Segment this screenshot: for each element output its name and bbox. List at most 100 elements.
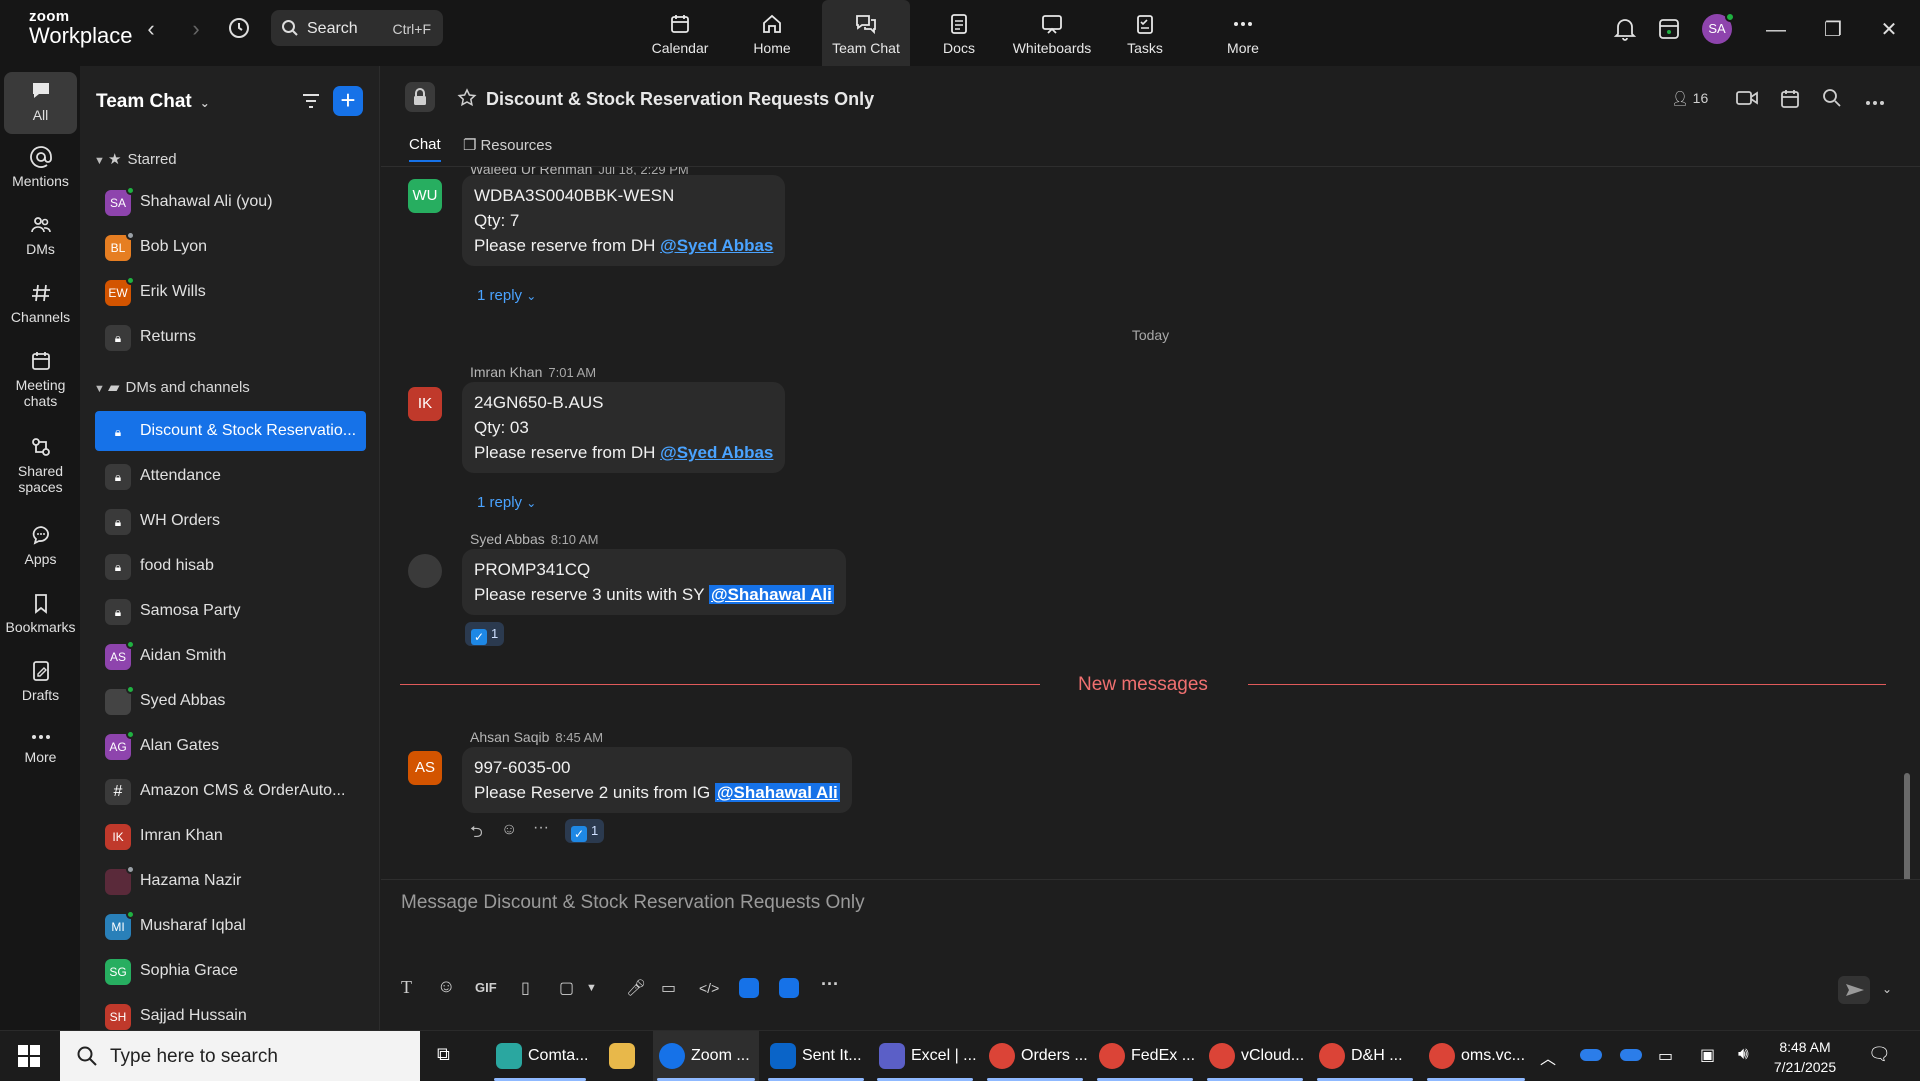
taskbar-app[interactable]: FedEx ... xyxy=(1093,1031,1197,1081)
app-integration-icon[interactable] xyxy=(739,978,759,998)
reply-link[interactable]: 1 reply ⌄ xyxy=(477,287,536,304)
taskbar-app[interactable]: Excel | ... xyxy=(873,1031,977,1081)
filter-icon[interactable] xyxy=(300,90,322,117)
history-icon[interactable] xyxy=(226,15,254,43)
battery-icon[interactable]: ▭ xyxy=(1658,1046,1673,1066)
rail-bookmarks[interactable]: Bookmarks xyxy=(4,592,77,635)
list-item[interactable]: AS Aidan Smith xyxy=(95,636,366,676)
forward-arrow-icon[interactable]: › xyxy=(183,16,209,42)
reaction-chip[interactable]: ✓ 1 xyxy=(465,622,505,646)
list-item[interactable]: Syed Abbas xyxy=(95,681,366,721)
more-options-icon[interactable] xyxy=(1864,94,1886,112)
list-item[interactable]: # Amazon CMS & OrderAuto... xyxy=(95,771,366,811)
members-button[interactable]: 👤︎ 16 xyxy=(1671,90,1708,107)
nav-whiteboards[interactable]: Whiteboards xyxy=(1007,0,1097,66)
rail-apps[interactable]: Apps xyxy=(4,524,77,567)
list-item[interactable]: AG Alan Gates xyxy=(95,726,366,766)
chevron-down-icon[interactable]: ▼ xyxy=(586,982,597,994)
emoji-icon[interactable]: ☺ xyxy=(437,976,455,997)
avatar-photo[interactable] xyxy=(408,554,442,588)
taskbar-app[interactable]: Sent It... xyxy=(764,1031,868,1081)
dms-section-toggle[interactable]: ▼ ▰ DMs and channels xyxy=(94,378,250,396)
screenshot-icon[interactable]: ▢ xyxy=(559,978,574,998)
mention-link[interactable]: @Shahawal Ali xyxy=(708,585,834,604)
bell-icon[interactable] xyxy=(1613,16,1637,47)
list-item[interactable]: MI Musharaf Iqbal xyxy=(95,906,366,946)
microphone-icon[interactable]: 🎤︎ xyxy=(626,978,646,998)
restore-button[interactable]: ❐ xyxy=(1819,16,1847,44)
rail-more[interactable]: More xyxy=(4,730,77,765)
avatar[interactable]: AS xyxy=(408,751,442,785)
starred-section-toggle[interactable]: ▼ ★ Starred xyxy=(94,150,177,168)
taskbar-app[interactable]: Comta... xyxy=(490,1031,590,1081)
taskbar-app[interactable]: vCloud... xyxy=(1203,1031,1307,1081)
list-item-selected[interactable]: 🔒︎ Discount & Stock Reservatio... xyxy=(95,411,366,451)
list-item[interactable]: Hazama Nazir xyxy=(95,861,366,901)
taskbar-app[interactable]: Zoom ... xyxy=(653,1031,759,1081)
list-item[interactable]: 🔒︎ food hisab xyxy=(95,546,366,586)
team-chat-header[interactable]: Team Chat ⌄ xyxy=(96,91,210,113)
add-reaction-icon[interactable]: ☺ xyxy=(501,821,517,839)
list-item[interactable]: 🔒︎ Returns xyxy=(95,317,366,357)
mention-link[interactable]: @Syed Abbas xyxy=(660,236,773,255)
file-icon[interactable]: ▯ xyxy=(521,978,530,998)
new-chat-button[interactable]: + xyxy=(333,86,363,116)
rail-mentions[interactable]: Mentions xyxy=(4,146,77,189)
schedule-icon[interactable] xyxy=(1779,88,1801,115)
back-arrow-icon[interactable]: ‹ xyxy=(138,16,164,42)
tab-chat[interactable]: Chat xyxy=(409,136,441,162)
nav-home[interactable]: Home xyxy=(728,0,816,66)
taskbar-app[interactable]: oms.vc... xyxy=(1423,1031,1529,1081)
rail-dms[interactable]: DMs xyxy=(4,214,77,257)
nav-docs[interactable]: Docs xyxy=(915,0,1003,66)
rail-channels[interactable]: Channels xyxy=(4,282,77,325)
taskbar-app[interactable] xyxy=(603,1031,643,1081)
mention-link[interactable]: @Shahawal Ali xyxy=(714,783,840,802)
video-icon[interactable] xyxy=(1735,88,1759,113)
onedrive-icon[interactable] xyxy=(1620,1049,1642,1061)
mention-link[interactable]: @Syed Abbas xyxy=(660,443,773,462)
scrollbar-thumb[interactable] xyxy=(1904,773,1910,879)
calendar-status-icon[interactable] xyxy=(1657,16,1681,47)
star-icon[interactable] xyxy=(457,88,477,113)
volume-icon[interactable]: 🔊︎ xyxy=(1738,1044,1749,1064)
video-message-icon[interactable]: ▭ xyxy=(661,978,676,998)
zoom-app-icon[interactable] xyxy=(779,978,799,998)
avatar[interactable]: WU xyxy=(408,179,442,213)
taskbar-app[interactable]: D&H ... xyxy=(1313,1031,1417,1081)
gif-button[interactable]: GIF xyxy=(475,980,497,995)
chevron-up-icon[interactable]: ︿ xyxy=(1540,1045,1556,1069)
list-item[interactable]: 🔒︎ Attendance xyxy=(95,456,366,496)
search-icon[interactable] xyxy=(1822,88,1842,113)
list-item[interactable]: SA Shahawal Ali (you) xyxy=(95,182,366,222)
reaction-chip[interactable]: ✓ 1 xyxy=(565,819,605,843)
avatar[interactable]: IK xyxy=(408,387,442,421)
send-button[interactable] xyxy=(1838,976,1870,1004)
taskbar-search-input[interactable]: Type here to search xyxy=(60,1031,420,1081)
rail-all[interactable]: All xyxy=(4,72,77,134)
close-button[interactable]: ✕ xyxy=(1875,16,1903,44)
system-clock[interactable]: 8:48 AM 7/21/2025 xyxy=(1760,1037,1850,1077)
rail-meeting-chats[interactable]: Meeting chats xyxy=(4,350,77,409)
list-item[interactable]: 🔒︎ WH Orders xyxy=(95,501,366,541)
reply-link[interactable]: 1 reply ⌄ xyxy=(477,494,536,511)
rail-drafts[interactable]: Drafts xyxy=(4,660,77,703)
nav-team-chat[interactable]: Team Chat xyxy=(822,0,910,66)
search-bar[interactable]: Search Ctrl+F xyxy=(271,10,443,46)
windows-start-icon[interactable] xyxy=(18,1045,40,1072)
minimize-button[interactable]: — xyxy=(1762,16,1790,44)
taskbar-app[interactable]: Orders ... xyxy=(983,1031,1088,1081)
message-composer[interactable]: Message Discount & Stock Reservation Req… xyxy=(381,879,1920,1030)
text-format-icon[interactable]: T xyxy=(401,977,412,998)
tab-resources[interactable]: ❐ Resources xyxy=(463,136,552,154)
list-item[interactable]: EW Erik Wills xyxy=(95,272,366,312)
list-item[interactable]: SG Sophia Grace xyxy=(95,951,366,991)
code-snippet-icon[interactable]: </> xyxy=(699,980,719,996)
nav-tasks[interactable]: Tasks xyxy=(1101,0,1189,66)
user-avatar[interactable]: SA xyxy=(1702,12,1735,44)
more-actions-icon[interactable]: ··· xyxy=(533,819,549,837)
nav-calendar[interactable]: Calendar xyxy=(636,0,724,66)
list-item[interactable]: IK Imran Khan xyxy=(95,816,366,856)
task-view-icon[interactable]: ⧉ xyxy=(437,1044,450,1065)
network-icon[interactable]: ▣ xyxy=(1700,1045,1715,1065)
